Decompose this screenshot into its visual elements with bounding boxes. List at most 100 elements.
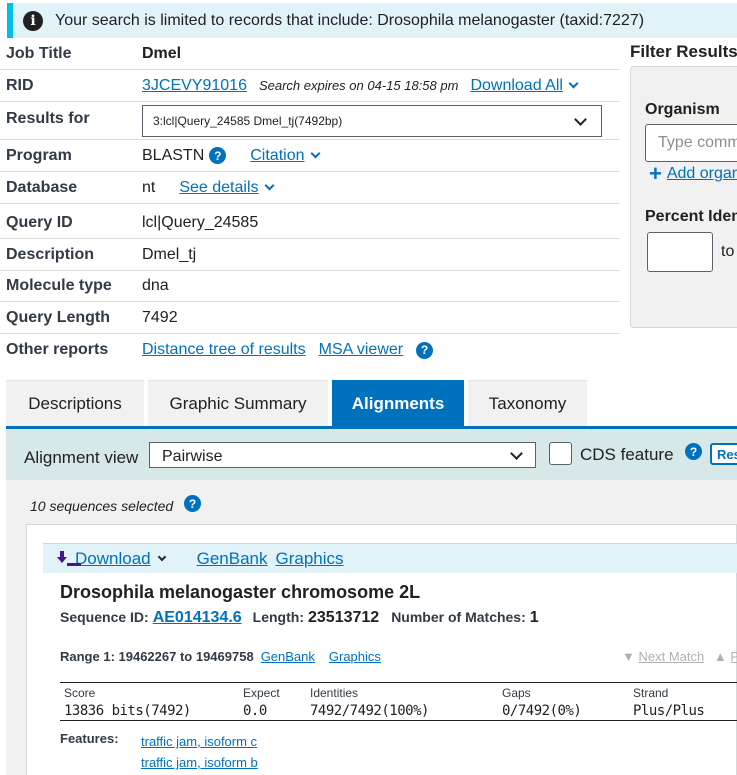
genbank-link[interactable]: GenBank [197,549,268,569]
help-icon[interactable]: ? [209,147,227,164]
results-for-value: 3:lcl|Query_24585 Dmel_tj(7492bp) [153,114,343,128]
to-label: to [721,243,735,260]
description-row: Description Dmel_tj [0,239,620,271]
download-link[interactable]: Download [75,549,151,569]
graphics-link[interactable]: Graphics [276,549,344,569]
query-id-value: lcl|Query_24585 [142,213,259,231]
range-text: Range 1: 19462267 to 19469758 [60,649,254,664]
match-navigation: ▼ Next Match ▲ P [622,649,737,664]
cds-feature-checkbox[interactable] [549,442,572,465]
stat-value-strand: Plus/Plus [633,703,705,719]
help-icon[interactable]: ? [184,495,201,512]
chevron-down-icon[interactable] [264,180,274,191]
other-reports-label: Other reports [6,341,109,358]
rid-row: RID 3JCEVY91016 Search expires on 04-15 … [0,70,620,102]
help-icon[interactable]: ? [416,341,434,359]
sequence-info-line: Sequence ID: AE014134.6 Length: 23513712… [60,609,539,627]
add-organism-link[interactable]: Add organism [667,165,737,183]
percent-identity-min-input[interactable] [647,232,713,272]
feature-link[interactable]: traffic jam, isoform c [141,734,257,749]
filter-panel: Organism Type common name + Add organism… [630,66,737,328]
query-id-row: Query ID lcl|Query_24585 [0,207,620,239]
search-expires: Search expires on 04-15 18:58 pm [258,78,459,93]
add-organism-button[interactable]: + Add organism [649,163,737,185]
help-icon[interactable]: ? [685,443,702,460]
chevron-down-icon[interactable] [568,78,579,89]
filter-results-title: Filter Results [630,42,737,61]
alignment-view-bar: Alignment view Pairwise CDS feature ? Re… [6,429,737,480]
msa-viewer-link[interactable]: MSA viewer [319,341,403,359]
stat-header-strand: Strand [633,686,669,700]
tab-taxonomy[interactable]: Taxonomy [468,380,587,427]
tab-graphic-summary[interactable]: Graphic Summary [148,380,328,427]
description-label: Description [6,245,95,263]
alignment-stats-table: Score Expect Identities Gaps Strand 1383… [60,682,737,721]
sequences-selected-text: 10 sequences selected [30,498,174,514]
stat-value-identities: 7492/7492(100%) [310,703,429,719]
description-value: Dmel_tj [142,245,197,263]
molecule-type-label: Molecule type [6,276,112,294]
query-length-label: Query Length [6,308,111,326]
program-row: Program BLASTN ? Citation [0,140,620,172]
percent-identity-label: Percent Identity [645,208,737,225]
tab-descriptions[interactable]: Descriptions [6,380,144,427]
next-match-link[interactable]: Next Match [639,649,705,664]
range-graphics-link[interactable]: Graphics [329,649,381,664]
stat-header-expect: Expect [243,686,280,700]
results-for-row: Results for 3:lcl|Query_24585 Dmel_tj(74… [0,102,620,140]
stat-header-identities: Identities [310,686,359,700]
info-banner: i Your search is limited to records that… [7,3,737,38]
chevron-down-icon[interactable] [157,552,166,561]
job-title-row: Job Title Dmel [0,38,620,70]
stat-header-score: Score [64,686,96,700]
cds-feature-label: CDS feature [580,445,674,464]
alignment-view-label: Alignment view [24,448,139,467]
rid-label: RID [6,76,34,94]
other-reports-row: Other reports Distance tree of results M… [0,334,620,366]
alignments-results: 10 sequences selected ? Download GenBank… [6,480,737,775]
length-value: 23513712 [308,609,380,626]
banner-text: Your search is limited to records that i… [55,11,645,29]
query-id-label: Query ID [6,213,73,231]
stat-header-gaps: Gaps [502,686,531,700]
stat-value-expect: 0.0 [243,703,267,719]
query-length-value: 7492 [142,308,178,326]
chevron-down-icon[interactable] [310,148,320,159]
organism-label: Organism [645,101,720,118]
results-for-label: Results for [6,110,90,127]
matches-value: 1 [529,609,539,626]
database-row: Database nt See details [0,172,620,204]
alignment-view-select[interactable]: Pairwise [149,442,536,468]
job-title-label: Job Title [6,44,72,62]
organism-input[interactable]: Type common name [645,124,737,162]
stat-value-score: 13836 bits(7492) [64,703,191,719]
length-label: Length: [252,609,304,625]
job-title-value: Dmel [142,44,182,62]
download-icon[interactable] [55,550,81,567]
up-arrow-icon: ▲ [713,649,727,664]
result-tabs: Descriptions Graphic Summary Alignments … [6,380,737,430]
citation-link[interactable]: Citation [250,147,304,165]
tab-alignments[interactable]: Alignments [332,380,464,427]
download-all-link[interactable]: Download All [470,77,563,95]
chevron-down-icon [574,113,587,126]
results-for-select[interactable]: 3:lcl|Query_24585 Dmel_tj(7492bp) [142,105,602,137]
program-label: Program [6,146,72,164]
program-value: BLASTN [142,146,205,164]
see-details-link[interactable]: See details [179,179,258,197]
database-value: nt [142,178,156,196]
info-icon: i [23,10,43,31]
range-line: Range 1: 19462267 to 19469758 GenBank Gr… [60,649,381,664]
sequence-id-link[interactable]: AE014134.6 [153,609,242,627]
rid-link[interactable]: 3JCEVY91016 [142,77,247,95]
feature-link[interactable]: traffic jam, isoform b [141,755,258,770]
distance-tree-link[interactable]: Distance tree of results [142,341,306,359]
result-title: Drosophila melanogaster chromosome 2L [60,582,421,602]
molecule-type-row: Molecule type dna [0,270,620,302]
plus-icon: + [649,161,662,186]
range-genbank-link[interactable]: GenBank [261,649,315,664]
previous-match-link[interactable]: P [730,649,737,664]
sequence-id-label: Sequence ID: [60,609,149,625]
reset-button[interactable]: Reset [710,443,737,465]
molecule-type-value: dna [142,276,169,294]
